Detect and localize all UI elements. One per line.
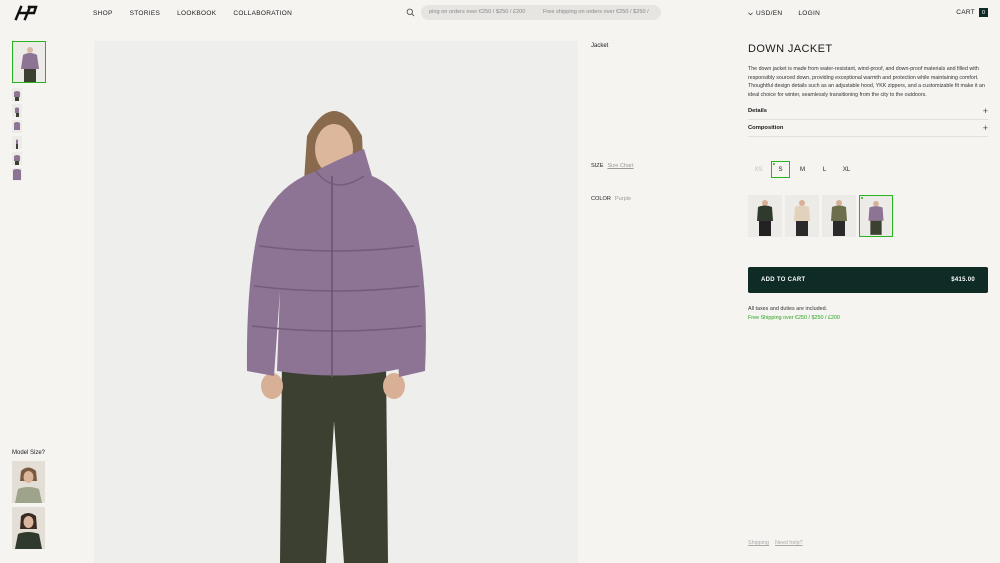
product-type: Jacket <box>591 43 609 49</box>
size-label: SIZE <box>591 163 604 169</box>
price: $415.00 <box>951 277 975 283</box>
thumbnail[interactable] <box>12 168 22 181</box>
model-size-label: Model Size? <box>12 450 46 456</box>
accordion-details[interactable]: Details + <box>748 103 988 120</box>
accordion-composition[interactable]: Composition + <box>748 120 988 137</box>
size-row: SIZE Size Chart <box>591 163 634 169</box>
model-card[interactable] <box>12 507 45 549</box>
add-to-cart-button[interactable]: ADD TO CART $415.00 <box>748 267 988 293</box>
product-description: The down jacket is made from water-resis… <box>748 66 985 98</box>
promo-ticker-text: Free shipping on orders over €250 / $250… <box>542 9 649 15</box>
thumbnail[interactable] <box>12 152 22 165</box>
nav-stories[interactable]: STORIES <box>130 10 161 17</box>
currency-label: USD/EN <box>756 10 783 17</box>
color-label: COLOR <box>591 196 611 202</box>
color-swatches <box>748 195 893 237</box>
nav-shop[interactable]: SHOP <box>93 10 113 17</box>
color-swatch-selected[interactable] <box>859 195 893 237</box>
size-option-s[interactable]: S <box>771 161 790 178</box>
thumbnail-image <box>12 120 22 133</box>
main-nav: SHOP STORIES LOOKBOOK COLLABORATION <box>93 10 292 17</box>
plus-icon: + <box>982 123 988 133</box>
tax-note: All taxes and duties are included. <box>748 306 828 312</box>
plus-icon: + <box>982 106 988 116</box>
login-link[interactable]: LOGIN <box>798 10 820 17</box>
currency-selector[interactable]: USD/EN <box>748 10 782 17</box>
color-swatch[interactable] <box>785 195 819 237</box>
nav-lookbook[interactable]: LOOKBOOK <box>177 10 216 17</box>
model-photo <box>12 461 45 503</box>
thumbnail-image <box>12 152 22 165</box>
thumbnail-main[interactable] <box>12 41 46 83</box>
thumbnail[interactable] <box>12 104 22 117</box>
size-option-xs[interactable]: XS <box>749 161 768 178</box>
thumbnail-image <box>12 136 22 149</box>
search-icon[interactable] <box>406 8 415 17</box>
thumbnail[interactable] <box>12 120 22 133</box>
model-purple-jacket-photo <box>94 41 578 563</box>
shipping-link[interactable]: Shipping <box>748 540 769 546</box>
model-photo <box>12 507 45 549</box>
product-thumbnail-image <box>13 42 45 82</box>
size-option-m[interactable]: M <box>793 161 812 178</box>
color-swatch[interactable] <box>822 195 856 237</box>
promo-ticker: ping on orders over €250 / $250 / £200 F… <box>421 5 661 20</box>
thumbnail-image <box>12 168 22 181</box>
swatch-image <box>822 195 856 237</box>
search-area: ping on orders over €250 / $250 / £200 F… <box>403 5 661 20</box>
size-option-xl[interactable]: XL <box>837 161 856 178</box>
size-chart-link[interactable]: Size Chart <box>607 163 633 169</box>
size-selector: XS S M L XL <box>749 161 859 178</box>
footer-links: Shipping Need help? <box>748 540 803 546</box>
swatch-image <box>748 195 782 237</box>
shipping-note: Free Shipping over €250 / $250 / £200 <box>748 315 841 321</box>
cart-count-badge: 0 <box>979 8 988 17</box>
need-help-link[interactable]: Need help? <box>775 540 803 546</box>
accordion-label: Details <box>748 108 768 114</box>
color-swatch[interactable] <box>748 195 782 237</box>
swatch-image <box>860 196 892 236</box>
thumbnail[interactable] <box>12 136 22 149</box>
model-card[interactable] <box>12 461 45 503</box>
thumbnail-image <box>12 104 22 117</box>
brand-logo[interactable] <box>12 5 40 21</box>
accordion-label: Composition <box>748 125 784 131</box>
product-title: DOWN JACKET <box>748 43 833 55</box>
swatch-image <box>785 195 819 237</box>
chevron-down-icon <box>748 12 753 15</box>
cart-label: CART <box>956 9 975 16</box>
cart-button[interactable]: CART 0 <box>956 8 988 17</box>
promo-ticker-text: ping on orders over €250 / $250 / £200 <box>429 9 526 15</box>
header-utilities: USD/EN LOGIN <box>748 10 820 17</box>
thumbnail[interactable] <box>12 88 22 101</box>
size-option-l[interactable]: L <box>815 161 834 178</box>
add-to-cart-label: ADD TO CART <box>761 277 806 283</box>
product-hero-image[interactable] <box>94 41 578 563</box>
thumbnail-image <box>12 88 22 101</box>
color-value: Purple <box>614 196 632 202</box>
color-row: COLOR Purple <box>591 196 631 202</box>
nav-collaboration[interactable]: COLLABORATION <box>233 10 292 17</box>
